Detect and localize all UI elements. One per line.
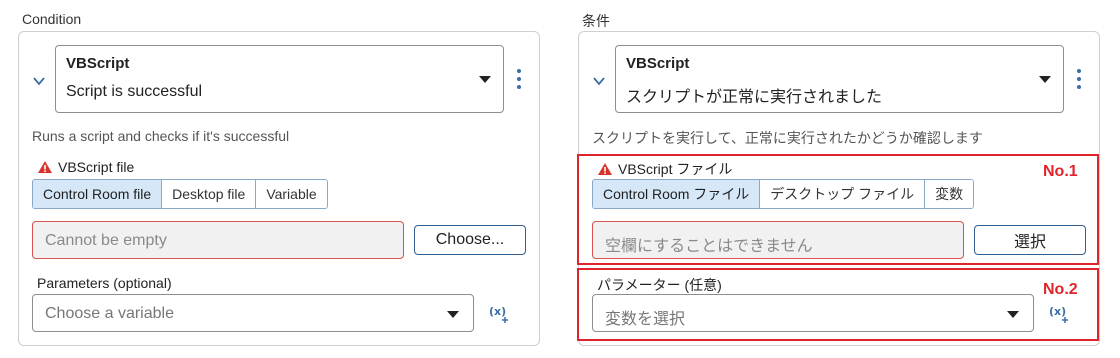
select-secondary-label: スクリプトが正常に実行されました <box>626 89 883 106</box>
parameters-label: Parameters (optional) <box>37 275 172 291</box>
right-panel-title: 条件 <box>582 13 610 29</box>
select-secondary-label: Script is successful <box>66 83 203 100</box>
file-source-tabs: Control Room file Desktop file Variable <box>32 179 328 209</box>
annotation-box-no1 <box>577 154 1099 265</box>
vbscript-file-label: VBScript file <box>58 159 135 175</box>
chevron-down-icon[interactable] <box>592 74 606 88</box>
vbscript-file-label-row: VBScript file <box>37 159 134 175</box>
parameters-placeholder: Choose a variable <box>45 305 174 322</box>
vbscript-file-input[interactable]: Cannot be empty <box>32 221 404 259</box>
svg-text:(x): (x) <box>489 305 506 318</box>
left-panel-title: Condition <box>22 11 82 27</box>
dropdown-caret-icon <box>447 311 459 318</box>
dropdown-caret-icon <box>1039 76 1051 83</box>
chevron-down-icon[interactable] <box>32 74 46 88</box>
select-primary-label: VBScript <box>66 55 130 72</box>
annotation-label-no2: No.2 <box>1043 281 1078 298</box>
tab-control-room-file[interactable]: Control Room file <box>33 180 163 208</box>
condition-description: Runs a script and checks if it's success… <box>32 128 290 144</box>
condition-description: スクリプトを実行して、正常に実行されたかどうか確認します <box>592 130 983 146</box>
condition-type-select[interactable]: VBScript スクリプトが正常に実行されました <box>615 45 1064 113</box>
kebab-menu-icon[interactable] <box>1076 69 1082 89</box>
insert-variable-icon[interactable]: (x) <box>488 302 512 324</box>
annotation-box-no2 <box>577 268 1099 341</box>
warning-icon <box>38 161 52 173</box>
left-condition-card: VBScript Script is successful Runs a scr… <box>18 31 540 346</box>
choose-file-button[interactable]: Choose... <box>414 225 526 255</box>
file-input-placeholder: Cannot be empty <box>45 232 167 249</box>
annotation-label-no1: No.1 <box>1043 163 1078 180</box>
tab-variable[interactable]: Variable <box>256 180 327 208</box>
dropdown-caret-icon <box>479 76 491 83</box>
parameters-dropdown[interactable]: Choose a variable <box>32 294 474 332</box>
select-primary-label: VBScript <box>626 55 690 72</box>
kebab-menu-icon[interactable] <box>516 69 522 89</box>
tab-desktop-file[interactable]: Desktop file <box>162 180 257 208</box>
condition-type-select[interactable]: VBScript Script is successful <box>55 45 504 113</box>
